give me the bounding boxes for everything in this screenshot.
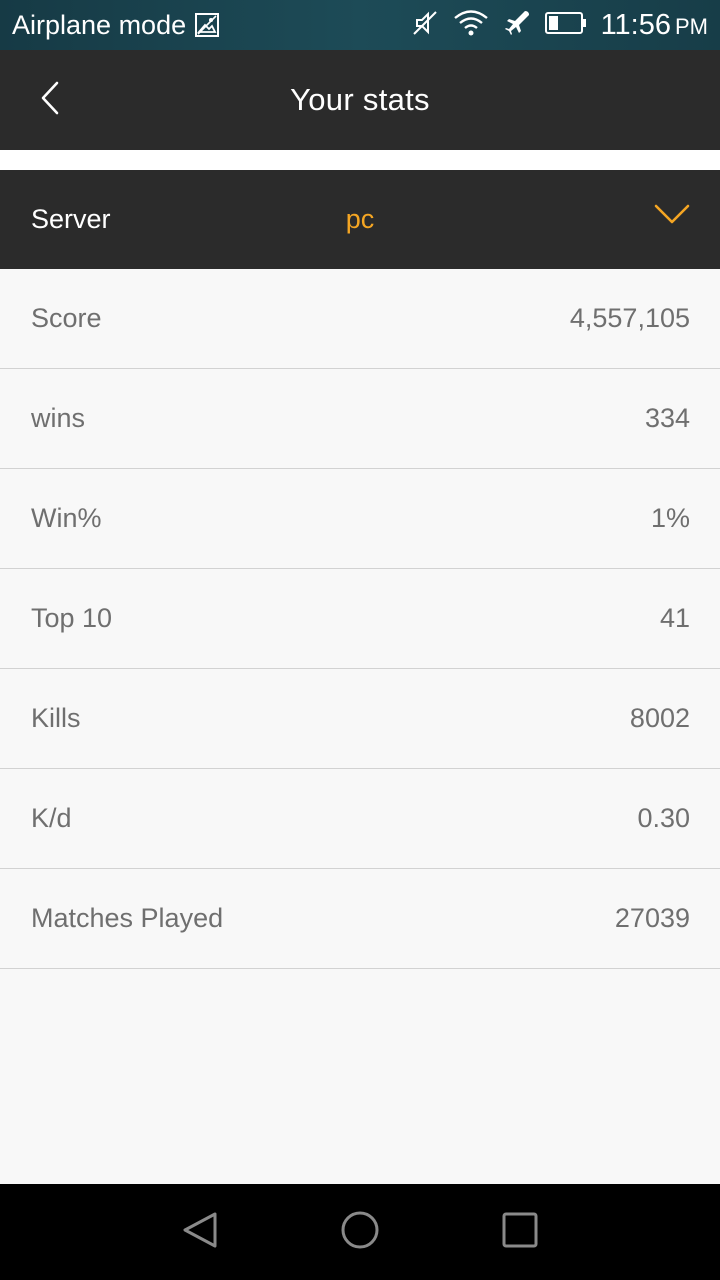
stat-value: 0.30 bbox=[637, 803, 690, 833]
clock-ampm: PM bbox=[675, 13, 708, 39]
stat-value: 27039 bbox=[614, 903, 690, 933]
airplane-icon bbox=[503, 9, 531, 42]
stat-label: Matches Played bbox=[31, 903, 224, 933]
page-title: Your stats bbox=[290, 82, 430, 117]
stat-row-wins: wins 334 bbox=[0, 369, 720, 469]
clock: 11:56 PM bbox=[601, 9, 708, 42]
nav-recents-button[interactable] bbox=[500, 1212, 540, 1252]
stat-row-top-10: Top 10 41 bbox=[0, 569, 720, 669]
app-bar: Your stats bbox=[0, 50, 720, 150]
stat-value: 334 bbox=[644, 403, 690, 433]
clock-time: 11:56 bbox=[600, 8, 671, 41]
stat-row-matches-played: Matches Played 27039 bbox=[0, 869, 720, 969]
stats-list: Score 4,557,105 wins 334 Win% 1% Top 10 … bbox=[0, 269, 720, 969]
stat-row-kills: Kills 8002 bbox=[0, 669, 720, 769]
stat-row-score: Score 4,557,105 bbox=[0, 269, 720, 369]
navigation-bar bbox=[0, 1184, 720, 1280]
server-value: pc bbox=[345, 204, 375, 234]
nav-back-button[interactable] bbox=[180, 1212, 220, 1252]
chevron-left-icon bbox=[39, 81, 61, 120]
server-selector[interactable]: Server pc bbox=[0, 170, 720, 269]
image-notification-icon bbox=[194, 12, 220, 38]
status-left: Airplane mode bbox=[0, 10, 220, 41]
status-right: 11:56 PM bbox=[411, 9, 720, 42]
battery-icon bbox=[544, 10, 587, 41]
stat-label: Win% bbox=[31, 503, 102, 533]
recents-square-icon bbox=[501, 1211, 539, 1254]
stat-label: Score bbox=[31, 303, 102, 333]
status-bar: Airplane mode 11:56 PM bbox=[0, 0, 720, 50]
wifi-icon bbox=[453, 9, 489, 42]
airplane-mode-text: Airplane mode bbox=[12, 9, 187, 40]
stat-value: 41 bbox=[659, 603, 690, 633]
top-spacer bbox=[0, 150, 720, 170]
stat-label: K/d bbox=[31, 803, 72, 833]
stat-value: 1% bbox=[650, 503, 690, 533]
stat-row-win-percent: Win% 1% bbox=[0, 469, 720, 569]
stat-label: wins bbox=[31, 403, 86, 433]
stat-value: 8002 bbox=[629, 703, 690, 733]
mute-icon bbox=[411, 9, 439, 42]
nav-home-button[interactable] bbox=[340, 1210, 380, 1255]
chevron-down-icon[interactable] bbox=[654, 202, 690, 231]
stat-value: 4,557,105 bbox=[569, 303, 690, 333]
back-triangle-icon bbox=[181, 1210, 219, 1255]
stat-label: Top 10 bbox=[31, 603, 113, 633]
stat-label: Kills bbox=[31, 703, 81, 733]
home-circle-icon bbox=[340, 1210, 380, 1255]
stat-row-kd: K/d 0.30 bbox=[0, 769, 720, 869]
back-button[interactable] bbox=[30, 80, 70, 120]
